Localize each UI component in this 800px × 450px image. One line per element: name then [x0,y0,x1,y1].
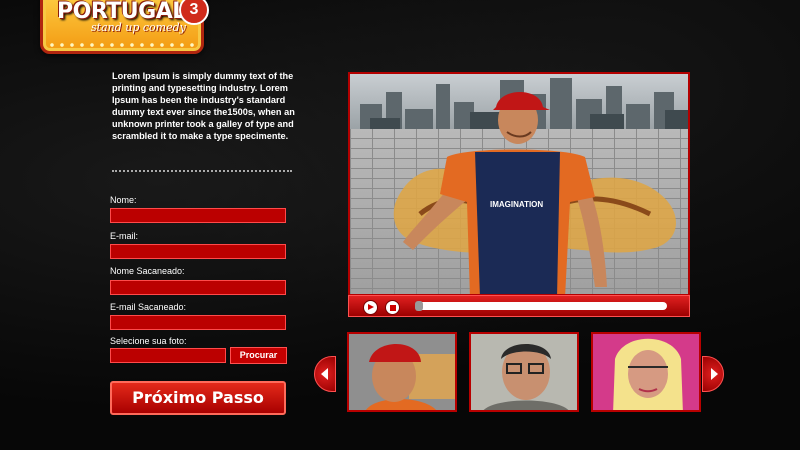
photo-path-input[interactable] [111,352,225,366]
name-field-box [110,208,286,226]
video-controls [348,295,690,317]
email-input[interactable] [111,248,285,262]
target-email-field-box [110,315,286,333]
progress-track[interactable] [415,301,667,311]
portugal-logo[interactable]: PORTUGAL stand up comedy 3 [40,0,209,54]
email-field-box [110,244,286,262]
intro-text: Lorem Ipsum is simply dummy text of the … [112,71,295,141]
thumbnail-comedian-glasses[interactable] [469,332,579,412]
browse-button[interactable]: Procurar [230,347,287,364]
video-comedian: IMAGINATION [403,92,607,294]
shirt-text: IMAGINATION [490,200,543,209]
target-email-input[interactable] [111,319,285,333]
dotted-divider [112,170,292,172]
logo-lights [47,42,197,48]
thumbnail-image-glasses [471,334,577,410]
target-name-label: Nome Sacaneado: [110,266,185,276]
play-icon[interactable] [363,300,378,315]
target-name-field-box [110,280,286,298]
video-player[interactable]: IMAGINATION [348,72,690,296]
thumbnail-image-wig [593,334,699,410]
thumbnail-comedian-wig[interactable] [591,332,701,412]
photo-field-box [110,348,226,366]
next-step-button[interactable]: Próximo Passo [110,381,286,415]
target-email-label: E-mail Sacaneado: [110,302,187,312]
target-name-input[interactable] [111,284,285,298]
name-input[interactable] [111,212,285,226]
logo-subtitle: stand up comedy [91,21,186,34]
stop-icon[interactable] [385,300,400,315]
email-label: E-mail: [110,231,139,241]
progress-knob[interactable] [415,301,423,311]
name-label: Nome: [110,195,137,205]
photo-label: Selecione sua foto: [110,336,187,346]
thumbnail-comedian-cap[interactable] [347,332,457,412]
thumbnail-image-cap [349,334,455,410]
